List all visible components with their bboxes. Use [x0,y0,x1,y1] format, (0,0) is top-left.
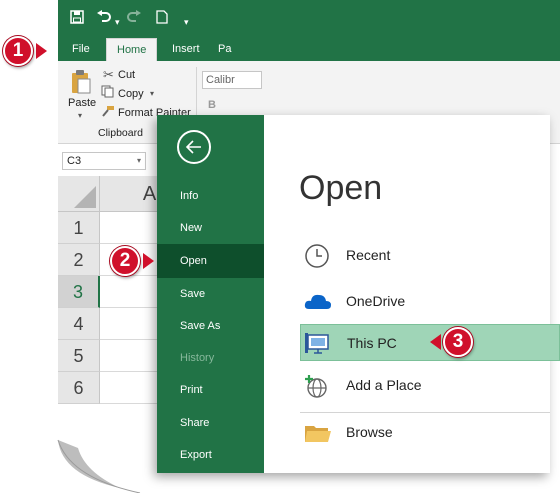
row-header-3[interactable]: 3 [58,276,100,308]
location-recent[interactable]: Recent [300,237,560,274]
select-all-corner[interactable] [58,176,100,212]
tab-page-layout[interactable]: Pa [208,38,241,61]
copy-button[interactable]: Copy [118,88,144,100]
paste-label[interactable]: Paste [68,97,96,109]
nav-item-open[interactable]: Open [157,244,264,278]
tab-file[interactable]: File [62,38,100,61]
row-header-4[interactable]: 4 [58,308,100,340]
callout-badge-2: 2 [110,246,140,276]
callout-badge-3: 3 [443,327,473,357]
redo-icon[interactable] [126,10,142,29]
bold-button[interactable]: B [208,99,216,111]
font-name-box[interactable]: Calibr [202,71,262,89]
nav-item-export[interactable]: Export [157,439,264,471]
nav-item-print[interactable]: Print [157,374,264,406]
copy-icon[interactable] [101,85,114,101]
undo-icon[interactable] [96,10,112,29]
nav-item-save-as[interactable]: Save As [157,310,264,342]
customize-qat-icon[interactable]: ▾ [184,13,189,31]
nav-item-history[interactable]: History [157,342,264,374]
new-file-icon[interactable] [156,10,168,29]
paste-dropdown-icon[interactable]: ▾ [78,111,82,120]
cloud-icon [304,289,331,315]
backstage-nav: Info New Open Save Save As History Print… [157,115,264,473]
ribbon-tabs: File Home Insert Pa [58,38,560,61]
cut-icon[interactable]: ✂ [103,67,114,83]
format-painter-icon[interactable] [101,106,115,121]
folder-icon [304,420,331,446]
location-label: Browse [346,424,393,440]
location-label: Recent [346,247,391,263]
row-header-1[interactable]: 1 [58,212,100,244]
callout-arrow-1 [36,43,47,59]
nav-item-new[interactable]: New [157,212,264,244]
callout-arrow-2 [143,253,154,269]
tab-insert[interactable]: Insert [162,38,210,61]
location-label: Add a Place [346,377,422,393]
tab-home[interactable]: Home [106,38,158,61]
row-header-2[interactable]: 2 [58,244,100,276]
callout-badge-1: 1 [3,36,33,66]
location-label: This PC [347,335,397,351]
nav-item-save[interactable]: Save [157,278,264,310]
name-box[interactable]: C3 ▾ [62,152,146,170]
name-box-dropdown-icon[interactable]: ▾ [137,153,141,169]
clipboard-group-label: Clipboard [98,127,143,139]
title-bar: ▾ ▾ [58,0,560,38]
back-button[interactable] [177,130,211,164]
undo-dropdown-icon[interactable]: ▾ [115,13,120,31]
copy-dropdown-icon[interactable]: ▾ [150,89,154,98]
page-curl-decoration [57,400,141,493]
nav-item-share[interactable]: Share [157,407,264,439]
clock-icon [304,243,330,269]
computer-icon [305,331,331,357]
callout-arrow-3 [430,334,441,350]
cut-button[interactable]: Cut [118,69,135,81]
back-arrow-icon [185,140,201,154]
location-browse[interactable]: Browse [300,414,560,451]
nav-item-info[interactable]: Info [157,180,264,212]
name-box-value: C3 [67,155,82,167]
location-label: OneDrive [346,293,406,309]
location-onedrive[interactable]: OneDrive [300,283,560,320]
save-icon[interactable] [70,10,84,29]
page-title: Open [299,169,383,207]
backstage-view: Info New Open Save Save As History Print… [157,115,560,473]
paste-icon[interactable] [70,69,92,98]
location-add-a-place[interactable]: Add a Place [300,367,560,404]
locations-divider [300,412,550,413]
row-header-5[interactable]: 5 [58,340,100,372]
globe-plus-icon [304,373,330,399]
